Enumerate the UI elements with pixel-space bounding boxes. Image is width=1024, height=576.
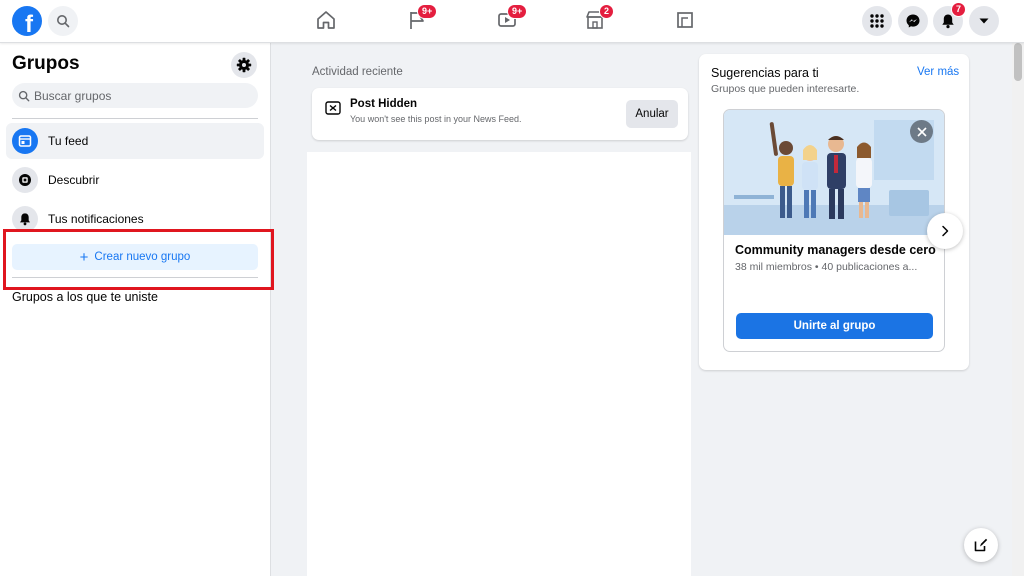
search-icon bbox=[18, 90, 30, 101]
joined-groups-heading: Grupos a los que te uniste bbox=[12, 290, 158, 304]
nav-watch[interactable]: 9+ bbox=[495, 4, 528, 32]
feed-area bbox=[307, 152, 691, 576]
nav-marketplace[interactable]: 2 bbox=[583, 4, 615, 32]
recent-activity-label: Actividad reciente bbox=[312, 66, 403, 78]
top-navigation-bar: f 9+ 9+ 2 7 bbox=[0, 0, 1024, 43]
search-icon bbox=[57, 15, 70, 28]
messenger-button[interactable] bbox=[898, 6, 928, 36]
chevron-right-icon bbox=[942, 225, 949, 237]
suggestions-card: Sugerencias para ti Ver más Grupos que p… bbox=[699, 54, 969, 370]
sidebar-item-label: Descubrir bbox=[48, 173, 100, 187]
suggestions-title: Sugerencias para ti bbox=[711, 66, 819, 80]
group-cover-image bbox=[724, 110, 944, 235]
suggestions-subtitle: Grupos que pueden interesarte. bbox=[711, 83, 860, 95]
group-name[interactable]: Community managers desde cero bbox=[735, 243, 937, 257]
post-hidden-card: Post Hidden You won't see this post in y… bbox=[312, 88, 688, 140]
facebook-logo[interactable]: f bbox=[12, 6, 42, 36]
account-button[interactable] bbox=[969, 6, 999, 36]
sidebar-title: Grupos bbox=[12, 53, 80, 74]
post-hidden-title: Post Hidden bbox=[350, 98, 418, 110]
highlight-rectangle bbox=[3, 229, 274, 290]
join-group-button[interactable]: Unirte al grupo bbox=[736, 313, 933, 339]
marketplace-badge: 2 bbox=[599, 4, 615, 19]
messenger-icon bbox=[906, 14, 920, 28]
home-icon bbox=[317, 11, 335, 29]
nav-gaming[interactable] bbox=[673, 8, 697, 32]
close-icon bbox=[916, 126, 927, 137]
divider bbox=[12, 118, 258, 119]
page-scrollbar[interactable] bbox=[1012, 43, 1024, 576]
suggested-group-card[interactable]: Community managers desde cero 38 mil mie… bbox=[723, 109, 945, 352]
group-meta: 38 mil miembros • 40 publicaciones a... bbox=[735, 261, 918, 273]
gear-icon bbox=[236, 57, 252, 73]
nav-pages[interactable]: 9+ bbox=[405, 4, 438, 32]
new-message-button[interactable] bbox=[964, 528, 998, 562]
menu-button[interactable] bbox=[862, 6, 892, 36]
sidebar-item-label: Tus notificaciones bbox=[48, 212, 144, 226]
discover-icon bbox=[12, 167, 38, 193]
post-hidden-subtitle: You won't see this post in your News Fee… bbox=[350, 114, 522, 124]
settings-button[interactable] bbox=[231, 52, 257, 78]
caret-down-icon bbox=[979, 18, 989, 24]
search-button[interactable] bbox=[48, 6, 78, 36]
undo-button[interactable]: Anular bbox=[626, 100, 678, 128]
grid-menu-icon bbox=[870, 14, 884, 28]
watch-badge: 9+ bbox=[507, 4, 528, 19]
sidebar-item-feed[interactable]: Tu feed bbox=[6, 123, 264, 159]
groups-sidebar: Grupos Tu feed bbox=[0, 43, 271, 576]
sidebar-item-label: Tu feed bbox=[48, 134, 89, 148]
sidebar-item-discover[interactable]: Descubrir bbox=[6, 162, 264, 198]
gaming-icon bbox=[677, 12, 693, 28]
notifications-badge: 7 bbox=[951, 2, 967, 17]
pages-badge: 9+ bbox=[417, 4, 438, 19]
search-input[interactable] bbox=[34, 88, 244, 103]
hidden-post-icon bbox=[325, 101, 341, 115]
see-more-link[interactable]: Ver más bbox=[917, 66, 959, 78]
nav-home[interactable] bbox=[314, 8, 338, 32]
feed-icon bbox=[12, 128, 38, 154]
notifications-button[interactable]: 7 bbox=[933, 2, 967, 36]
scrollbar-thumb[interactable] bbox=[1014, 43, 1022, 81]
group-search-field[interactable] bbox=[12, 83, 258, 108]
next-suggestion-button[interactable] bbox=[927, 213, 963, 249]
dismiss-suggestion-button[interactable] bbox=[910, 120, 933, 143]
compose-icon bbox=[974, 538, 988, 552]
